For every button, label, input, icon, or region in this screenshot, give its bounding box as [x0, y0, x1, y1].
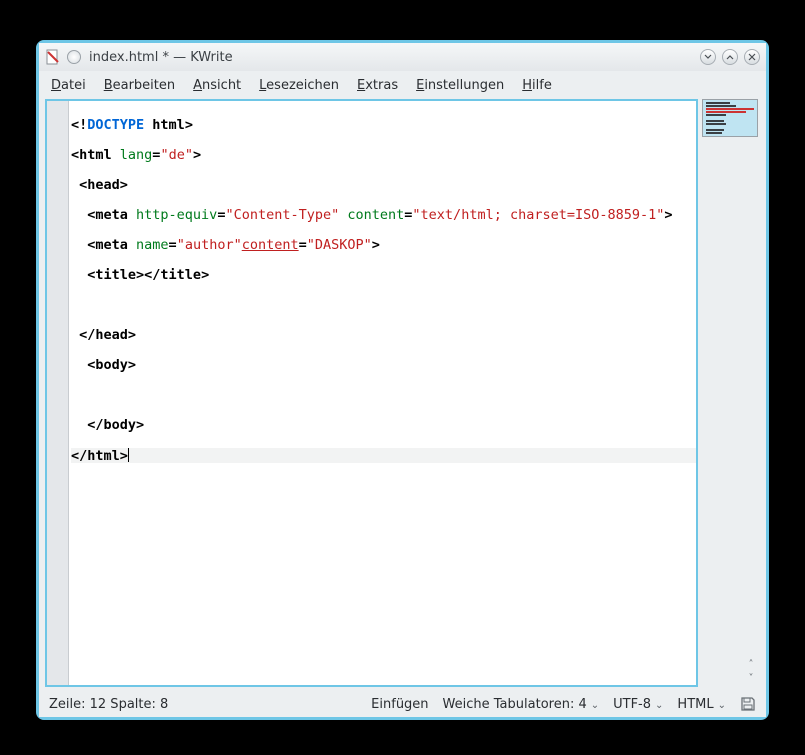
statusbar: Zeile: 12 Spalte: 8 Einfügen Weiche Tabu…: [39, 691, 766, 717]
chevron-down-icon: ⌄: [587, 700, 599, 711]
workarea: <!DOCTYPE html> <html lang="de"> <head> …: [39, 99, 766, 691]
code-area[interactable]: <!DOCTYPE html> <html lang="de"> <head> …: [69, 101, 696, 685]
minimize-button[interactable]: [700, 49, 716, 65]
status-cursor-position[interactable]: Zeile: 12 Spalte: 8: [49, 697, 168, 712]
menu-extras[interactable]: Extras: [357, 78, 398, 93]
status-encoding[interactable]: UTF-8⌄: [613, 697, 663, 712]
vertical-scrollbar[interactable]: ˄ ˅: [744, 659, 758, 685]
status-tab-mode[interactable]: Weiche Tabulatoren: 4⌄: [443, 697, 600, 712]
status-insert-mode[interactable]: Einfügen: [371, 697, 428, 712]
minimap[interactable]: [702, 99, 758, 137]
scroll-up-icon[interactable]: ˄: [744, 659, 758, 671]
menu-hilfe[interactable]: Hilfe: [522, 78, 552, 93]
side-panel: ˄ ˅: [702, 99, 760, 687]
document-icon: [67, 50, 81, 64]
status-highlight-mode[interactable]: HTML⌄: [677, 697, 726, 712]
menu-datei[interactable]: Datei: [51, 78, 86, 93]
chevron-down-icon: ⌄: [651, 700, 663, 711]
chevron-down-icon: ⌄: [714, 700, 726, 711]
menu-lesezeichen[interactable]: Lesezeichen: [259, 78, 339, 93]
save-icon[interactable]: [740, 696, 756, 712]
close-button[interactable]: [744, 49, 760, 65]
maximize-button[interactable]: [722, 49, 738, 65]
editor[interactable]: <!DOCTYPE html> <html lang="de"> <head> …: [45, 99, 698, 687]
window-title: index.html * — KWrite: [87, 50, 694, 65]
app-window: index.html * — KWrite Datei Bearbeiten A…: [36, 40, 769, 720]
menu-ansicht[interactable]: Ansicht: [193, 78, 241, 93]
text-cursor: [128, 448, 129, 462]
app-icon: [45, 49, 61, 65]
menubar: Datei Bearbeiten Ansicht Lesezeichen Ext…: [39, 71, 766, 99]
scroll-down-icon[interactable]: ˅: [744, 673, 758, 685]
menu-einstellungen[interactable]: Einstellungen: [416, 78, 504, 93]
titlebar: index.html * — KWrite: [39, 43, 766, 71]
fold-gutter[interactable]: [47, 101, 69, 685]
menu-bearbeiten[interactable]: Bearbeiten: [104, 78, 175, 93]
